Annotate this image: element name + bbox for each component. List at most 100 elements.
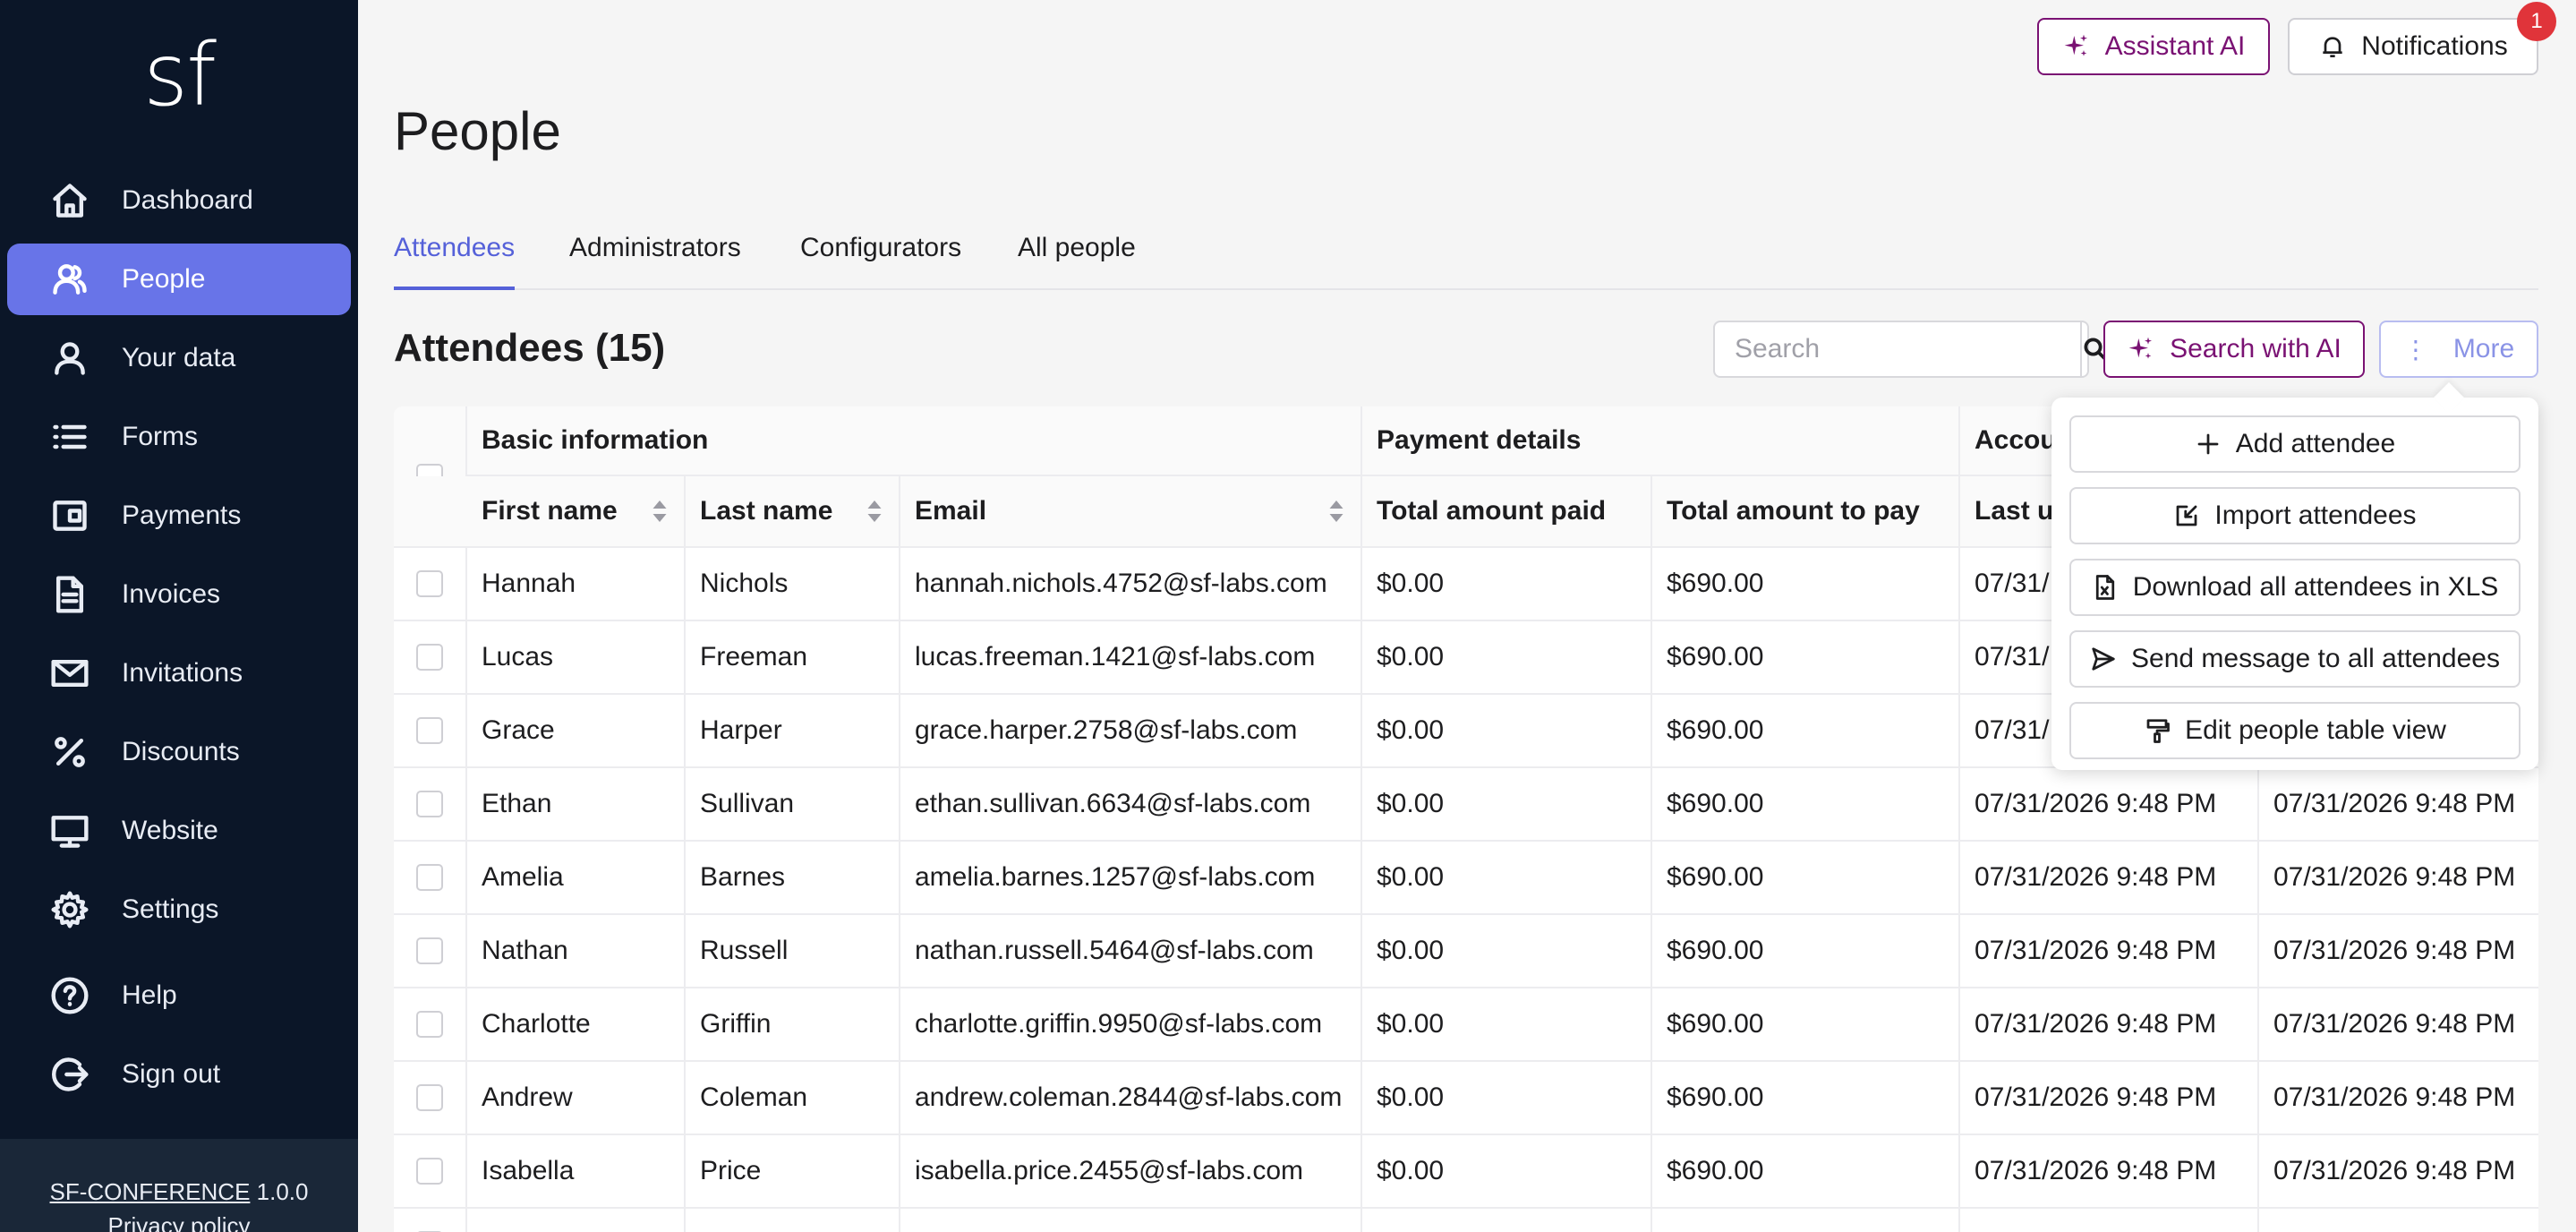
cell-total-paid: $0.00 — [1362, 548, 1652, 620]
sidebar-item-label: People — [122, 264, 206, 294]
row-checkbox[interactable] — [416, 864, 443, 891]
file-xls-icon — [2095, 575, 2114, 600]
sparkle-icon — [2064, 34, 2087, 56]
row-checkbox[interactable] — [416, 1158, 443, 1185]
cell-email: lucas.freeman.1421@sf-labs.com — [900, 621, 1362, 693]
cell-total-paid: $0.00 — [1362, 768, 1652, 840]
table-row[interactable]: Andrew Coleman andrew.coleman.2844@sf-labs… — [394, 1062, 2538, 1135]
cell-last-name: Freeman — [686, 621, 900, 693]
search-with-ai-button[interactable]: Search with AI — [2103, 321, 2365, 378]
sidebar-item-website[interactable]: Website — [7, 795, 351, 867]
sidebar-item-people[interactable]: People — [7, 244, 351, 315]
menu-item-label: Send message to all attendees — [2131, 644, 2500, 673]
cell-last-updated: 07/31/2026 9:48 PM — [1960, 915, 2259, 987]
more-vertical-icon: ⋮ — [2402, 335, 2428, 364]
sidebar-item-settings[interactable]: Settings — [7, 874, 351, 945]
column-last-name[interactable]: Last name — [686, 476, 900, 546]
percent-icon — [50, 732, 90, 772]
cell-date: 07/31/2026 9:48 PM — [2273, 936, 2516, 965]
privacy-policy-link[interactable]: Privacy policy — [108, 1212, 251, 1232]
column-email[interactable]: Email — [900, 476, 1362, 546]
row-checkbox[interactable] — [416, 937, 443, 964]
import-attendees-button[interactable]: Import attendees — [2069, 487, 2521, 544]
sidebar-item-help[interactable]: Help — [7, 960, 351, 1031]
table-row[interactable] — [394, 1209, 2538, 1232]
cell-first-name: Andrew — [467, 1062, 686, 1134]
send-icon — [2092, 647, 2115, 671]
table-row[interactable]: Ethan Sullivan ethan.sullivan.6634@sf-labs… — [394, 768, 2538, 842]
sidebar: sf Dashboard People Your data Forms Paym… — [0, 0, 358, 1232]
cell-last-updated: 07/31/2026 9:48 PM — [1960, 768, 2259, 840]
cell-first-name: Ethan — [467, 768, 686, 840]
menu-item-label: Add attendee — [2235, 429, 2396, 458]
table-row[interactable]: Isabella Price isabella.price.2455@sf-labs… — [394, 1135, 2538, 1209]
cell-total-to-pay: $690.00 — [1652, 621, 1960, 693]
cell-email: andrew.coleman.2844@sf-labs.com — [900, 1062, 1362, 1134]
app-version: 1.0.0 — [256, 1178, 309, 1205]
row-select-cell — [394, 768, 467, 840]
row-checkbox[interactable] — [416, 717, 443, 744]
import-icon — [2177, 505, 2197, 526]
menu-item-label: Download all attendees in XLS — [2132, 572, 2499, 602]
cell-last-name: Sullivan — [686, 768, 900, 840]
tab-configurators[interactable]: Configurators — [800, 227, 961, 290]
row-checkbox[interactable] — [416, 1084, 443, 1111]
sort-icon[interactable] — [652, 498, 668, 525]
row-checkbox[interactable] — [416, 1011, 443, 1038]
row-checkbox[interactable] — [416, 570, 443, 597]
bell-icon — [2323, 37, 2342, 57]
more-button[interactable]: ⋮ More — [2379, 321, 2538, 378]
sidebar-item-payments[interactable]: Payments — [7, 480, 351, 552]
search-input[interactable] — [1715, 322, 2080, 376]
tab-all-people[interactable]: All people — [1018, 227, 1136, 290]
cell-email: isabella.price.2455@sf-labs.com — [900, 1135, 1362, 1207]
tab-administrators[interactable]: Administrators — [569, 227, 741, 290]
menu-item-label: Import attendees — [2214, 500, 2417, 530]
cell-last-updated: 07/31/2026 9:48 PM — [1960, 842, 2259, 913]
column-first-name[interactable]: First name — [467, 476, 686, 546]
sidebar-item-sign-out[interactable]: Sign out — [7, 1039, 351, 1110]
assistant-ai-button[interactable]: Assistant AI — [2037, 18, 2270, 75]
cell-total-to-pay: $690.00 — [1652, 1135, 1960, 1207]
cell-first-name — [467, 1209, 686, 1232]
cell-email: ethan.sullivan.6634@sf-labs.com — [900, 768, 1362, 840]
app-name-link[interactable]: SF-CONFERENCE — [50, 1178, 251, 1205]
app-logo[interactable]: sf — [0, 25, 358, 125]
cell-total-to-pay: $690.00 — [1652, 915, 1960, 987]
add-attendee-button[interactable]: Add attendee — [2069, 415, 2521, 473]
table-row[interactable]: Nathan Russell nathan.russell.5464@sf-labs… — [394, 915, 2538, 988]
sidebar-footer: SF-CONFERENCE 1.0.0 Privacy policy — [0, 1139, 358, 1232]
sidebar-item-label: Invoices — [122, 579, 221, 609]
download-xls-button[interactable]: Download all attendees in XLS — [2069, 559, 2521, 616]
sidebar-item-invoices[interactable]: Invoices — [7, 559, 351, 630]
group-basic-information: Basic information — [467, 406, 1362, 475]
cell-date: 07/31/2026 9:48 PM — [2273, 1009, 2516, 1039]
cell-total-to-pay — [1652, 1209, 1960, 1232]
row-checkbox[interactable] — [416, 791, 443, 817]
send-message-button[interactable]: Send message to all attendees — [2069, 630, 2521, 688]
table-row[interactable]: Charlotte Griffin charlotte.griffin.9950@s… — [394, 988, 2538, 1062]
cell-last-name: Harper — [686, 695, 900, 766]
table-row[interactable]: Amelia Barnes amelia.barnes.1257@sf-labs.c… — [394, 842, 2538, 915]
sidebar-item-invitations[interactable]: Invitations — [7, 637, 351, 709]
cell-email: amelia.barnes.1257@sf-labs.com — [900, 842, 1362, 913]
notifications-button[interactable]: Notifications — [2288, 18, 2538, 75]
cell-first-name: Charlotte — [467, 988, 686, 1060]
tab-attendees[interactable]: Attendees — [394, 227, 516, 290]
sort-icon[interactable] — [1328, 498, 1344, 525]
cell-total-paid: $0.00 — [1362, 621, 1652, 693]
row-checkbox[interactable] — [416, 644, 443, 671]
sidebar-item-label: Help — [122, 980, 177, 1010]
row-select-cell — [394, 915, 467, 987]
row-select-cell — [394, 1209, 467, 1232]
edit-table-view-button[interactable]: Edit people table view — [2069, 702, 2521, 759]
cell-first-name: Lucas — [467, 621, 686, 693]
sidebar-item-dashboard[interactable]: Dashboard — [7, 165, 351, 236]
sidebar-item-your-data[interactable]: Your data — [7, 322, 351, 394]
sidebar-item-label: Settings — [122, 894, 219, 924]
sidebar-item-forms[interactable]: Forms — [7, 401, 351, 473]
notifications-label: Notifications — [2361, 31, 2508, 61]
sort-icon[interactable] — [866, 498, 883, 525]
cell-last-name: Russell — [686, 915, 900, 987]
sidebar-item-discounts[interactable]: Discounts — [7, 716, 351, 788]
